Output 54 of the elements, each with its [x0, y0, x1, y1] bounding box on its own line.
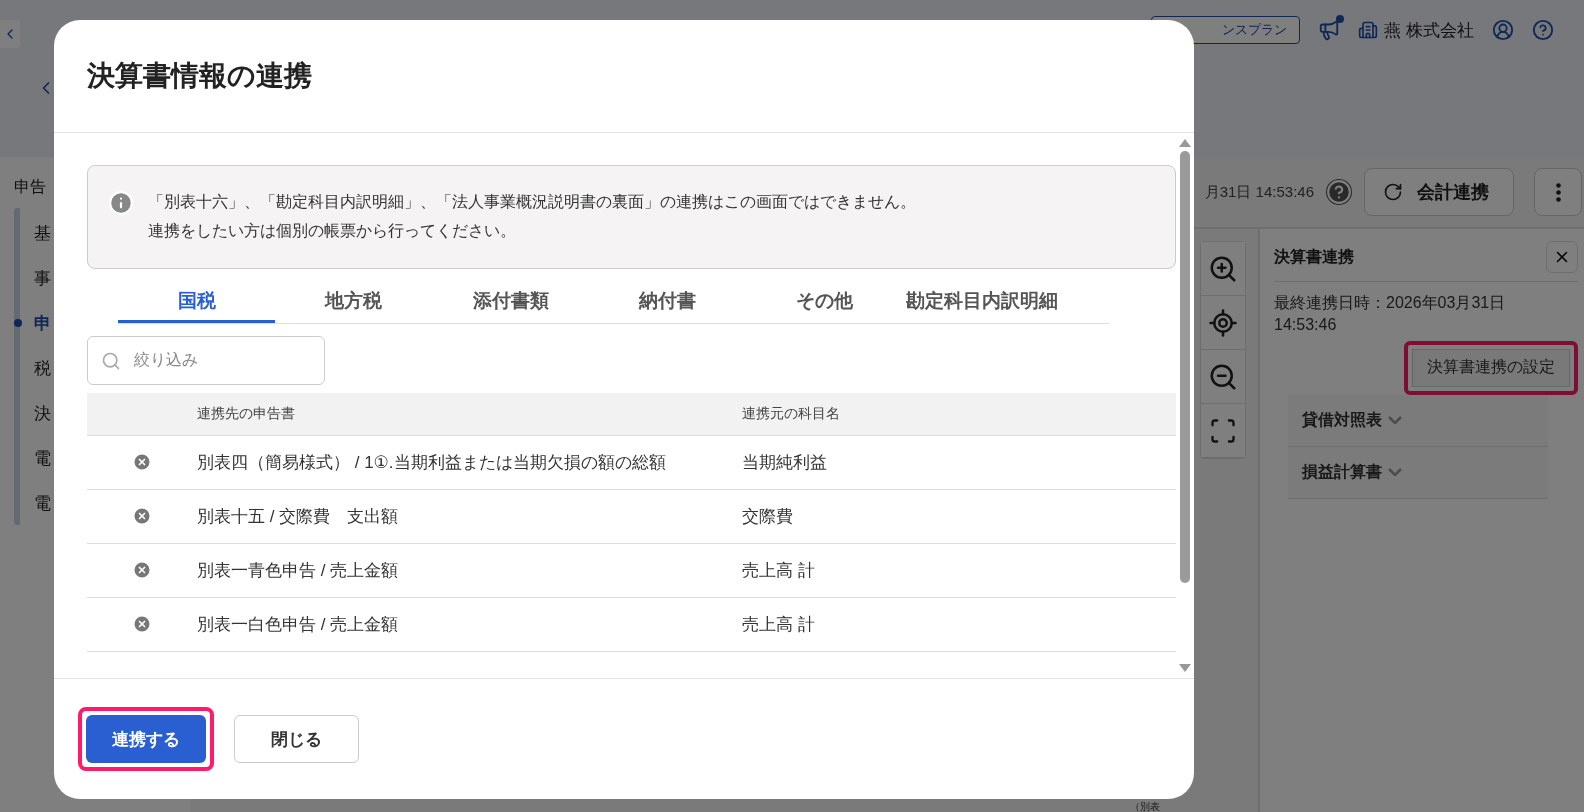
modal-title: 決算書情報の連携	[54, 20, 1194, 133]
company-name[interactable]: 燕 株式会社	[1384, 18, 1474, 42]
zoom-in-button[interactable]	[1201, 242, 1245, 296]
more-button[interactable]	[1534, 168, 1582, 216]
tab[interactable]: 国税	[118, 282, 275, 323]
tab[interactable]: 勘定科目内訳明細	[903, 282, 1060, 323]
remove-icon[interactable]	[132, 560, 152, 581]
refresh-icon	[1383, 182, 1403, 202]
remove-icon[interactable]	[132, 614, 152, 635]
table-cell: 別表四（簡易様式） / 1①.当期利益または当期欠損の額の総額	[197, 435, 742, 490]
search-icon	[101, 350, 121, 371]
sync-button[interactable]: 会計連携	[1364, 168, 1514, 216]
column-header: 連携元の科目名	[742, 392, 1176, 436]
remove-icon[interactable]	[132, 452, 152, 473]
timestamp-text: 月31日 14:53:46	[1204, 182, 1314, 202]
sync-settings-button[interactable]: 決算書連携の設定	[1412, 348, 1570, 387]
chevron-down-icon	[1388, 416, 1402, 425]
last-sync-text: 最終連携日時：2026年03月31日 14:53:46	[1274, 293, 1507, 336]
remove-icon[interactable]	[132, 506, 152, 527]
table-cell: 当期純利益	[742, 435, 1176, 490]
close-button[interactable]: 閉じる	[234, 715, 359, 763]
help-icon[interactable]	[1532, 19, 1554, 41]
close-button[interactable]	[1546, 241, 1578, 273]
sidebar-title: 申告	[14, 177, 47, 197]
document-text: （別表	[1130, 802, 1160, 812]
tab[interactable]: 地方税	[275, 282, 432, 323]
column-header: 連携先の申告書	[197, 392, 742, 436]
fullscreen-icon	[1209, 416, 1237, 445]
accordion-section[interactable]: 貸借対照表	[1288, 394, 1548, 447]
active-dot	[14, 319, 22, 327]
table-cell: 別表十五 / 交際費 支出額	[197, 489, 742, 544]
user-icon[interactable]	[1492, 19, 1514, 41]
tab[interactable]: 添付書類	[432, 282, 589, 323]
table-cell: 別表一青色申告 / 売上金額	[197, 543, 742, 598]
tab[interactable]: 納付書	[589, 282, 746, 323]
filter-field[interactable]: 絞り込み	[87, 335, 325, 385]
table-cell: 売上高 計	[742, 597, 1176, 652]
info-icon	[108, 190, 134, 216]
table-cell: 交際費	[742, 489, 1176, 544]
building-icon	[1358, 20, 1379, 40]
more-icon	[1555, 182, 1561, 202]
notice-text: 連携をしたい方は個別の帳票から行ってください。	[148, 220, 517, 241]
chevron-down-icon	[1388, 468, 1402, 477]
notice-text: 「別表十六」、「勘定科目内訳明細」、「法人事業概況説明書の裏面」の連携はこの画面ではできません。	[148, 192, 916, 212]
table-cell: 別表一白色申告 / 売上金額	[197, 597, 742, 652]
accordion-section[interactable]: 損益計算書	[1288, 446, 1548, 499]
table-cell: 売上高 計	[742, 543, 1176, 598]
panel-title: 決算書連携	[1274, 246, 1354, 267]
sidebar-toggle-button[interactable]	[0, 20, 20, 48]
crosshair-icon	[1208, 307, 1238, 338]
scroll-down-icon[interactable]	[1179, 664, 1191, 672]
submit-button[interactable]: 連携する	[86, 715, 206, 763]
scroll-up-icon[interactable]	[1179, 139, 1191, 147]
tab[interactable]: その他	[746, 282, 903, 323]
